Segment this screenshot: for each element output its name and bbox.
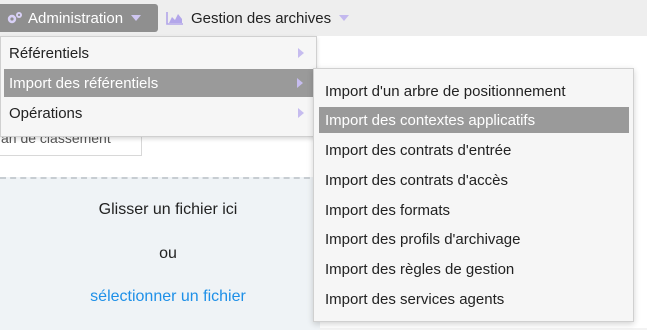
nav-administration[interactable]: Administration: [0, 4, 158, 32]
submenu-item-import-regles[interactable]: Import des règles de gestion: [319, 256, 629, 282]
administration-menu: Référentiels Import des référentiels Opé…: [0, 36, 317, 137]
import-submenu: Import d'un arbre de positionnement Impo…: [313, 68, 634, 322]
submenu-item-import-contrats-entree[interactable]: Import des contrats d'entrée: [319, 137, 629, 163]
nav-gestion-archives[interactable]: Gestion des archives: [166, 4, 350, 32]
menu-item-operations[interactable]: Opérations: [1, 99, 314, 127]
menu-item-label: Import des référentiels: [9, 74, 159, 92]
submenu-item-import-services[interactable]: Import des services agents: [319, 286, 629, 312]
submenu-item-import-arbre[interactable]: Import d'un arbre de positionnement: [319, 78, 629, 104]
select-file-link[interactable]: sélectionner un fichier: [90, 288, 246, 305]
chevron-right-icon: [298, 108, 304, 118]
submenu-item-import-contrats-acces[interactable]: Import des contrats d'accès: [319, 167, 629, 193]
menu-item-import-referentiels[interactable]: Import des référentiels: [4, 69, 313, 97]
submenu-item-label: Import des contrats d'entrée: [325, 141, 512, 159]
nav-gestion-archives-label: Gestion des archives: [191, 9, 332, 27]
submenu-item-label: Import des contrats d'accès: [325, 171, 508, 189]
top-navbar: Administration Gestion des archives: [0, 0, 647, 36]
submenu-item-label: Import des règles de gestion: [325, 260, 515, 278]
chevron-down-icon: [339, 15, 350, 21]
menu-item-label: Opérations: [9, 104, 83, 122]
area-chart-icon: [166, 11, 184, 25]
submenu-item-import-profils[interactable]: Import des profils d'archivage: [319, 226, 629, 252]
menu-item-referentiels[interactable]: Référentiels: [1, 39, 314, 67]
chevron-right-icon: [297, 78, 303, 88]
drop-zone-or: ou: [159, 245, 177, 262]
submenu-item-label: Import des services agents: [325, 290, 505, 308]
submenu-item-import-formats[interactable]: Import des formats: [319, 197, 629, 223]
submenu-item-label: Import des formats: [325, 201, 451, 219]
submenu-item-import-contextes[interactable]: Import des contextes applicatifs: [319, 107, 629, 133]
chevron-right-icon: [298, 48, 304, 58]
menu-item-label: Référentiels: [9, 44, 90, 62]
submenu-item-label: Import des contextes applicatifs: [325, 111, 536, 129]
nav-administration-label: Administration: [28, 9, 124, 27]
drop-zone-instruction: Glisser un fichier ici: [98, 201, 238, 218]
chevron-down-icon: [131, 15, 142, 21]
cogs-icon: [4, 11, 26, 25]
submenu-item-label: Import d'un arbre de positionnement: [325, 82, 566, 100]
submenu-item-label: Import des profils d'archivage: [325, 230, 521, 248]
drop-zone-link-row: sélectionner un fichier: [0, 288, 336, 306]
file-drop-zone[interactable]: Glisser un fichier ici ou sélectionner u…: [0, 177, 320, 330]
